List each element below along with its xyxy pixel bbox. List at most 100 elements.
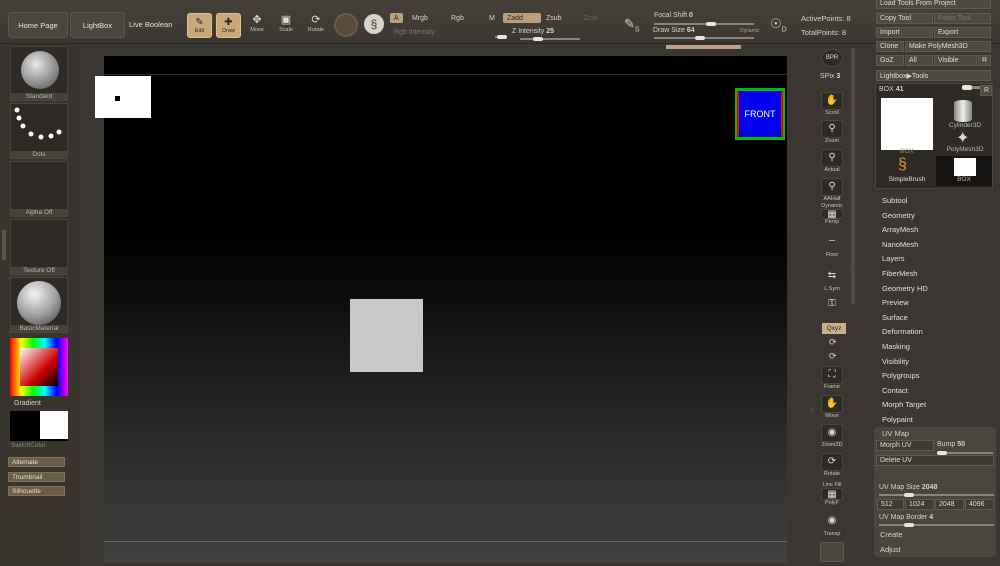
rotate-button[interactable]: ⟳ Rotate (305, 14, 327, 38)
front-nav-cube[interactable]: FRONT (735, 88, 785, 140)
material-tile[interactable]: BasicMaterial (10, 277, 68, 333)
swirl-icon[interactable]: § (364, 14, 384, 34)
simplebrush-icon[interactable]: § (898, 156, 907, 174)
persp-button[interactable]: Dynamic ▦ Persp (820, 203, 844, 229)
navigation-thumbnail[interactable] (95, 76, 151, 118)
lightbox-tools-button[interactable]: Lightbox▶Tools (876, 70, 991, 81)
document-canvas[interactable]: FRONT (95, 56, 787, 562)
draw-size-slider[interactable]: Draw Size 64 (653, 27, 695, 34)
menu-fibermesh[interactable]: FiberMesh (882, 269, 917, 278)
transp-button[interactable]: ◉ Transp (820, 513, 844, 539)
rgb-intensity-slider[interactable]: Rgb Intensity (390, 27, 439, 37)
zadd-toggle[interactable]: Zadd (503, 13, 541, 23)
uv-map-size-slider[interactable]: UV Map Size 2048 (879, 484, 937, 491)
home-page-button[interactable]: Home Page (8, 12, 68, 38)
lsym-button[interactable]: ⇆ L.Sym (820, 268, 844, 294)
material-sphere-icon[interactable] (334, 13, 358, 37)
switch-color-button[interactable]: SwitchColor (11, 442, 46, 449)
collapse-arrow-icon[interactable]: ‹ (810, 405, 813, 416)
visible-button[interactable]: Visible (934, 55, 977, 66)
alpha-tile[interactable]: Alpha Off (10, 161, 68, 217)
menu-geometry[interactable]: Geometry (882, 211, 915, 220)
gradient-label[interactable]: Gradient (14, 400, 41, 407)
z-intensity-slider[interactable]: Z Intensity 25 (512, 28, 554, 35)
create-submenu[interactable]: Create (880, 530, 903, 539)
rotate-z-icon[interactable]: ⟳ (829, 351, 837, 362)
rgb-toggle[interactable]: Rgb (447, 13, 468, 23)
import-button[interactable]: Import (876, 27, 933, 38)
r2-button[interactable]: R (980, 85, 992, 96)
bump-slider[interactable]: Bump 50 (937, 441, 965, 448)
uv-map-header[interactable]: UV Map (882, 429, 909, 438)
texture-tile[interactable]: Texture Off (10, 219, 68, 275)
size-2048-button[interactable]: 2048 (935, 499, 964, 510)
stroke-s-icon[interactable]: ✎S (624, 16, 646, 38)
zoom3d-button[interactable]: ◉ Zoom3D (820, 424, 844, 450)
size-4096-button[interactable]: 4096 (965, 499, 994, 510)
spix-slider[interactable]: SPix 3 (820, 73, 840, 80)
adjust-submenu[interactable]: Adjust (880, 545, 901, 554)
clone-button[interactable]: Clone (876, 41, 904, 52)
goz-button[interactable]: GoZ (876, 55, 904, 66)
menu-nanomesh[interactable]: NanoMesh (882, 240, 918, 249)
size-512-button[interactable]: 512 (877, 499, 904, 510)
bpr-button[interactable]: BPR (820, 49, 844, 75)
solo-button[interactable] (820, 542, 844, 562)
paste-tool-button[interactable]: Paste Tool (934, 13, 991, 24)
edit-button[interactable]: ✎ Edit (187, 13, 212, 38)
box-mesh[interactable] (350, 299, 423, 372)
menu-contact[interactable]: Contact (882, 386, 908, 395)
menu-geometry-hd[interactable]: Geometry HD (882, 284, 928, 293)
color-picker-square[interactable] (20, 348, 58, 386)
color-swatches[interactable] (10, 411, 68, 441)
lock-button[interactable]: ⚿ (820, 296, 844, 322)
dynamic-toggle[interactable]: Dynamic (740, 28, 759, 34)
polymesh3d-icon[interactable]: ✦ (956, 128, 969, 148)
move-button[interactable]: ✥ Move (246, 14, 268, 38)
right-scroll-handle[interactable] (851, 48, 855, 304)
menu-deformation[interactable]: Deformation (882, 327, 923, 336)
left-scroll-handle[interactable] (2, 230, 6, 260)
uv-map-border-slider[interactable]: UV Map Border 4 (879, 514, 933, 521)
actual-button[interactable]: ⚲ Actual (820, 149, 844, 175)
scroll-button[interactable]: ✋ Scroll (820, 92, 844, 118)
lightbox-button[interactable]: LightBox (70, 12, 125, 38)
rotate-view-button[interactable]: ⟳ Rotate (820, 453, 844, 479)
floor-button[interactable]: ┄ Floor (820, 234, 844, 260)
size-1024-button[interactable]: 1024 (905, 499, 934, 510)
zsub-toggle[interactable]: Zsub (542, 13, 566, 23)
polyf-button[interactable]: Line Fill ▦ PolyF (820, 482, 844, 508)
rotate-y-icon[interactable]: ⟳ (829, 337, 837, 348)
a-toggle[interactable]: A (390, 13, 403, 23)
move-view-button[interactable]: ✋ Move (820, 395, 844, 421)
aahalf-button[interactable]: ⚲ AAHalf (820, 178, 844, 204)
scale-button[interactable]: ▣ Scale (275, 14, 297, 38)
morph-uv-button[interactable]: Morph UV (876, 440, 934, 451)
make-polymesh-button[interactable]: Make PolyMesh3D (905, 41, 991, 52)
menu-layers[interactable]: Layers (882, 254, 905, 263)
color-picker[interactable] (10, 338, 68, 396)
cylinder3d-icon[interactable] (954, 100, 972, 122)
zoom-button[interactable]: ⚲ Zoom (820, 120, 844, 146)
box2-thumb-bg[interactable]: BOX (936, 156, 992, 186)
menu-masking[interactable]: Masking (882, 342, 910, 351)
alternate-button[interactable]: Alternate (8, 457, 65, 467)
focal-shift-slider[interactable]: Focal Shift 0 (654, 12, 693, 19)
frame-button[interactable]: ⛶ Frame (820, 366, 844, 392)
zcut-toggle[interactable]: Zcut (580, 13, 602, 23)
load-tools-from-project-button[interactable]: Load Tools From Project (876, 0, 991, 9)
menu-visibility[interactable]: Visibility (882, 357, 909, 366)
menu-polypaint[interactable]: Polypaint (882, 415, 913, 424)
m-toggle[interactable]: M (485, 13, 499, 23)
delete-uv-button[interactable]: Delete UV (876, 455, 994, 466)
silhouette-button[interactable]: Silhouette (8, 486, 65, 496)
brush-standard-tile[interactable]: Standard (10, 46, 68, 101)
mrgb-toggle[interactable]: Mrgb (408, 13, 432, 23)
menu-surface[interactable]: Surface (882, 313, 908, 322)
canvas-scroll-indicator[interactable] (666, 45, 741, 49)
menu-polygroups[interactable]: Polygroups (882, 371, 920, 380)
box-tool-thumb[interactable] (881, 98, 933, 150)
stroke-d-icon[interactable]: ☉D (770, 16, 792, 38)
export-button[interactable]: Export (934, 27, 991, 38)
xyz-button[interactable]: Qxyz (822, 323, 846, 334)
